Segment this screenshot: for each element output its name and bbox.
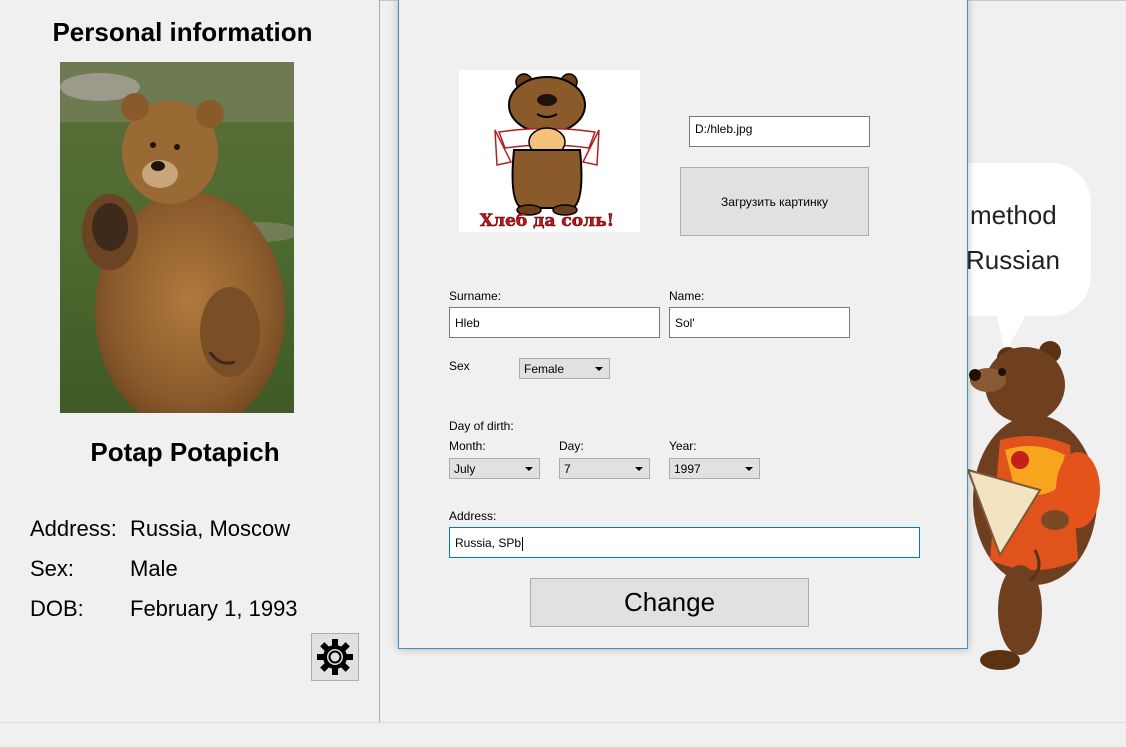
edit-profile-dialog: Хлеб да соль! D:/hleb.jpg Загрузить карт… xyxy=(398,0,968,649)
image-caption: Хлеб да соль! xyxy=(480,211,614,231)
text-caret xyxy=(522,536,524,551)
settings-button[interactable] xyxy=(311,633,359,681)
year-select[interactable]: 1997 xyxy=(669,458,760,479)
sex-label: Sex: xyxy=(30,556,75,581)
day-select-value: 7 xyxy=(564,462,571,476)
sex-select-value: Female xyxy=(524,362,565,376)
month-select[interactable]: July xyxy=(449,458,540,479)
chevron-down-icon xyxy=(635,467,643,471)
dob-label: Day of dirth: xyxy=(449,419,514,433)
name-label: Name: xyxy=(669,289,705,303)
address-value: Russia, Moscow xyxy=(130,516,291,541)
dob-value: February 1, 1993 xyxy=(130,596,298,621)
day-select[interactable]: 7 xyxy=(559,458,650,479)
profile-name: Potap Potapich xyxy=(90,437,280,467)
preview-image: Хлеб да соль! xyxy=(459,70,640,232)
address-label: Address: xyxy=(449,509,497,523)
surname-label: Surname: xyxy=(449,289,502,303)
name-field[interactable]: Sol' xyxy=(669,307,850,338)
bubble-text-line2: Russian xyxy=(966,245,1060,275)
dob-label: DOB: xyxy=(30,596,84,621)
bubble-text-line1: method xyxy=(970,200,1057,230)
address-field[interactable]: Russia, SPb xyxy=(449,527,920,558)
image-path-field[interactable]: D:/hleb.jpg xyxy=(689,116,870,147)
load-image-button[interactable]: Загрузить картинку xyxy=(680,167,869,236)
panel-title: Personal information xyxy=(52,17,313,47)
sex-value: Male xyxy=(130,556,178,581)
gear-icon xyxy=(317,639,353,675)
year-label: Year: xyxy=(669,439,697,453)
bear-mascot-image xyxy=(960,310,1126,680)
month-label: Month: xyxy=(449,439,486,453)
surname-field[interactable]: Hleb xyxy=(449,307,660,338)
sex-label: Sex xyxy=(449,359,470,373)
chevron-down-icon xyxy=(525,467,533,471)
personal-info-panel: Personal information Potap Potapich Addr… xyxy=(0,0,379,747)
panel-divider xyxy=(379,0,380,722)
address-field-value: Russia, SPb xyxy=(455,536,522,550)
sex-select[interactable]: Female xyxy=(519,358,610,379)
bear-photo-image xyxy=(60,62,294,413)
bear-bread-image: Хлеб да соль! xyxy=(480,73,614,231)
bottom-border xyxy=(0,722,1126,723)
year-select-value: 1997 xyxy=(674,462,701,476)
chevron-down-icon xyxy=(595,367,603,371)
address-label: Address: xyxy=(30,516,117,541)
change-button[interactable]: Change xyxy=(530,578,809,627)
month-select-value: July xyxy=(454,462,476,476)
day-label: Day: xyxy=(559,439,584,453)
chevron-down-icon xyxy=(745,467,753,471)
profile-photo xyxy=(60,62,294,413)
